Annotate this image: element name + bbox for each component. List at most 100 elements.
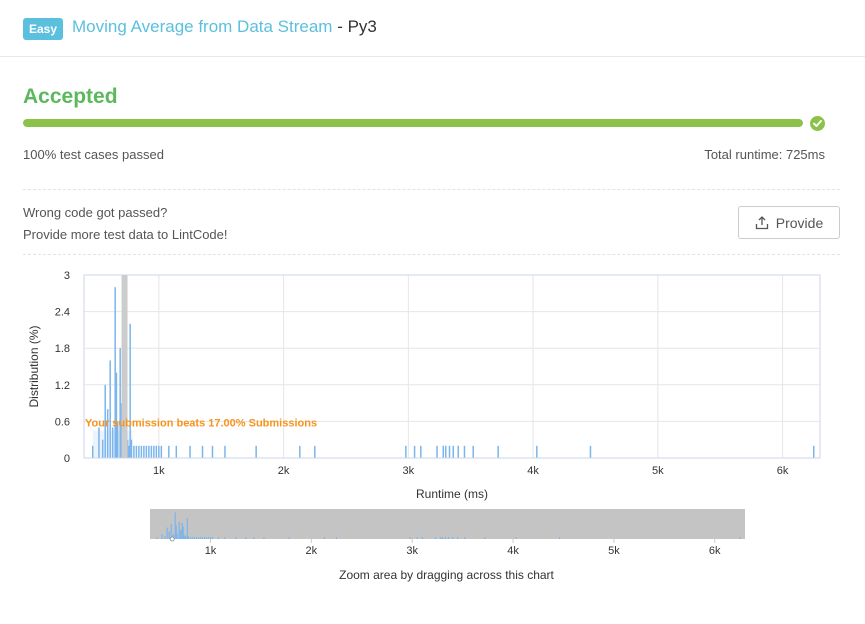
navigator-bar	[209, 537, 212, 539]
problem-title-link[interactable]: Moving Average from Data Stream	[72, 17, 332, 36]
distribution-bar	[158, 445, 160, 458]
navigator-bar	[444, 537, 447, 539]
upload-icon	[755, 215, 768, 229]
navigator-bar	[168, 531, 170, 539]
x-tick-label: 1k	[153, 465, 165, 477]
runtime-distribution-chart[interactable]: 0 0.6 1.2 1.8 2.4 3 1k 2k 3k 4k 5k 6k Your submissi…	[0, 262, 865, 624]
divider	[23, 254, 840, 255]
your-runtime-marker	[121, 275, 128, 458]
distribution-bar	[442, 445, 445, 458]
distribution-bar	[148, 445, 150, 458]
navigator-bar	[434, 537, 436, 539]
navigator-bar	[439, 537, 442, 539]
x-axis-title: Runtime (ms)	[416, 487, 488, 501]
distribution-bar	[175, 445, 178, 458]
x-tick-label: 3k	[403, 465, 415, 477]
distribution-bar	[255, 445, 257, 458]
y-tick-label: 1.2	[55, 380, 70, 392]
distribution-bar	[420, 445, 422, 458]
navigator-bar	[207, 537, 210, 539]
distribution-bar	[463, 445, 466, 458]
navigator-bar	[515, 537, 517, 539]
navigator-bar	[323, 537, 326, 539]
status-heading: Accepted	[23, 85, 118, 108]
distribution-bar	[448, 445, 451, 458]
navigator-bar	[217, 537, 220, 539]
navigator-bar	[451, 537, 454, 539]
y-tick-label: 3	[64, 270, 70, 282]
navigator-bar	[464, 537, 466, 539]
y-tick-label: 1.8	[55, 343, 70, 355]
distribution-bar	[405, 445, 407, 458]
navigator-bar	[739, 537, 741, 539]
distribution-bar	[101, 439, 104, 458]
y-axis-title: Distribution (%)	[27, 325, 41, 407]
distribution-bar	[589, 445, 592, 458]
distribution-bar	[472, 445, 474, 458]
navigator-bar	[456, 537, 459, 539]
y-tick-label: 0.6	[55, 416, 70, 428]
navigator-bar	[335, 537, 338, 539]
distribution-bar	[201, 445, 204, 458]
distribution-bar	[457, 445, 459, 458]
navigator-handle[interactable]	[169, 536, 175, 542]
distribution-bar	[143, 445, 145, 458]
navigator-bar	[191, 537, 193, 539]
navigator-background	[150, 509, 745, 539]
navigator-tick-label: 2k	[306, 545, 318, 557]
x-tick-label: 2k	[278, 465, 290, 477]
zoom-navigator[interactable]: 1k 2k 3k 4k 5k 6k	[150, 509, 745, 557]
navigator-bar	[195, 537, 197, 539]
plot-frame	[83, 274, 821, 459]
navigator-tick-label: 6k	[709, 545, 721, 557]
distribution-bar	[145, 445, 148, 458]
navigator-bar	[205, 537, 208, 539]
distribution-bar	[153, 445, 155, 458]
navigator-bar	[245, 537, 247, 539]
distribution-bar	[109, 360, 111, 458]
tests-passed-text: 100% test cases passed	[23, 147, 164, 162]
x-tick-label: 4k	[527, 465, 539, 477]
navigator-bar	[253, 537, 255, 539]
problem-title: Moving Average from Data Stream - Py3	[72, 17, 377, 37]
check-circle-icon	[810, 116, 825, 131]
distribution-bar	[111, 427, 114, 458]
difficulty-badge: Easy	[23, 18, 63, 40]
distribution-bar	[211, 445, 214, 458]
distribution-bar	[133, 445, 135, 458]
navigator-bar	[416, 537, 418, 539]
y-tick-label: 2.4	[55, 307, 70, 319]
distribution-bar	[536, 445, 538, 458]
provide-button[interactable]: Provide	[738, 206, 840, 239]
distribution-bar	[98, 427, 100, 458]
navigator-bar	[189, 537, 191, 539]
navigator-bar	[447, 537, 450, 539]
distribution-bar	[135, 445, 138, 458]
navigator-bar	[235, 537, 237, 539]
navigator-bar	[484, 537, 486, 539]
navigator-bar	[156, 537, 158, 539]
distribution-bar	[224, 445, 226, 458]
navigator-bar	[166, 527, 168, 539]
navigator-bar	[197, 537, 200, 539]
total-runtime-text: Total runtime: 725ms	[704, 147, 825, 162]
navigator-bar	[176, 533, 178, 539]
provide-button-label: Provide	[775, 214, 824, 231]
progress-fill	[23, 119, 803, 127]
navigator-bar	[164, 536, 166, 539]
navigator-bar	[201, 537, 204, 539]
navigator-bar	[186, 518, 188, 539]
distribution-bar	[130, 439, 133, 458]
distribution-bar	[189, 445, 191, 458]
distribution-bar	[150, 445, 153, 458]
x-tick-label: 6k	[777, 465, 789, 477]
distribution-bar	[91, 445, 94, 458]
navigator-bar	[161, 534, 163, 539]
navigator-bar	[211, 537, 214, 539]
distribution-bar	[413, 445, 416, 458]
navigator-bar	[187, 536, 189, 539]
navigator-bar	[421, 537, 423, 539]
navigator-tick-label: 1k	[205, 545, 217, 557]
distribution-bar	[129, 323, 131, 458]
distribution-bar	[299, 445, 301, 458]
